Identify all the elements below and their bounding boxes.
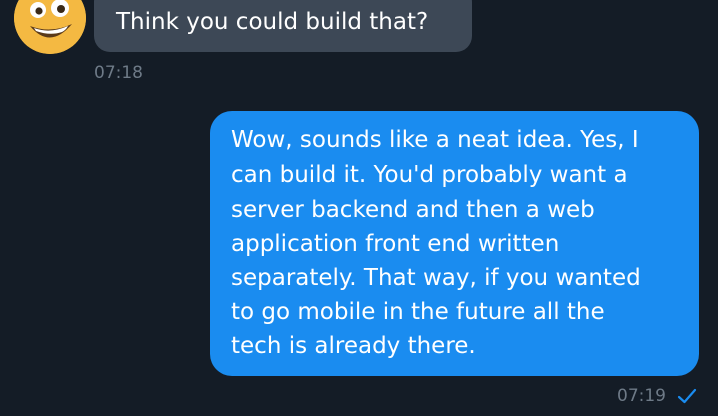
- smiling-emoji-icon: [14, 0, 86, 54]
- avatar[interactable]: [14, 0, 86, 54]
- outgoing-message-line: separately. That way, if you wanted: [231, 265, 641, 291]
- outgoing-message-line: server backend and then a web: [231, 197, 595, 223]
- outgoing-message-time: 07:19: [617, 386, 666, 406]
- outgoing-message-line: tech is already there.: [231, 333, 476, 359]
- outgoing-message-line: application front end written: [231, 231, 560, 257]
- incoming-message-bubble[interactable]: Think you could build that?: [94, 0, 472, 52]
- outgoing-message-line: to go mobile in the future all the: [231, 299, 605, 325]
- chat-area: Think you could build that? 07:18 Wow, s…: [0, 0, 718, 416]
- incoming-message-text: Think you could build that?: [116, 9, 429, 35]
- outgoing-message-line: can build it. You'd probably want a: [231, 162, 628, 188]
- incoming-message-time: 07:18: [94, 63, 143, 83]
- sent-check-icon: [677, 388, 697, 404]
- outgoing-message-line: Wow, sounds like a neat idea. Yes, I: [231, 127, 639, 153]
- outgoing-message-bubble[interactable]: Wow, sounds like a neat idea. Yes, I can…: [210, 111, 699, 376]
